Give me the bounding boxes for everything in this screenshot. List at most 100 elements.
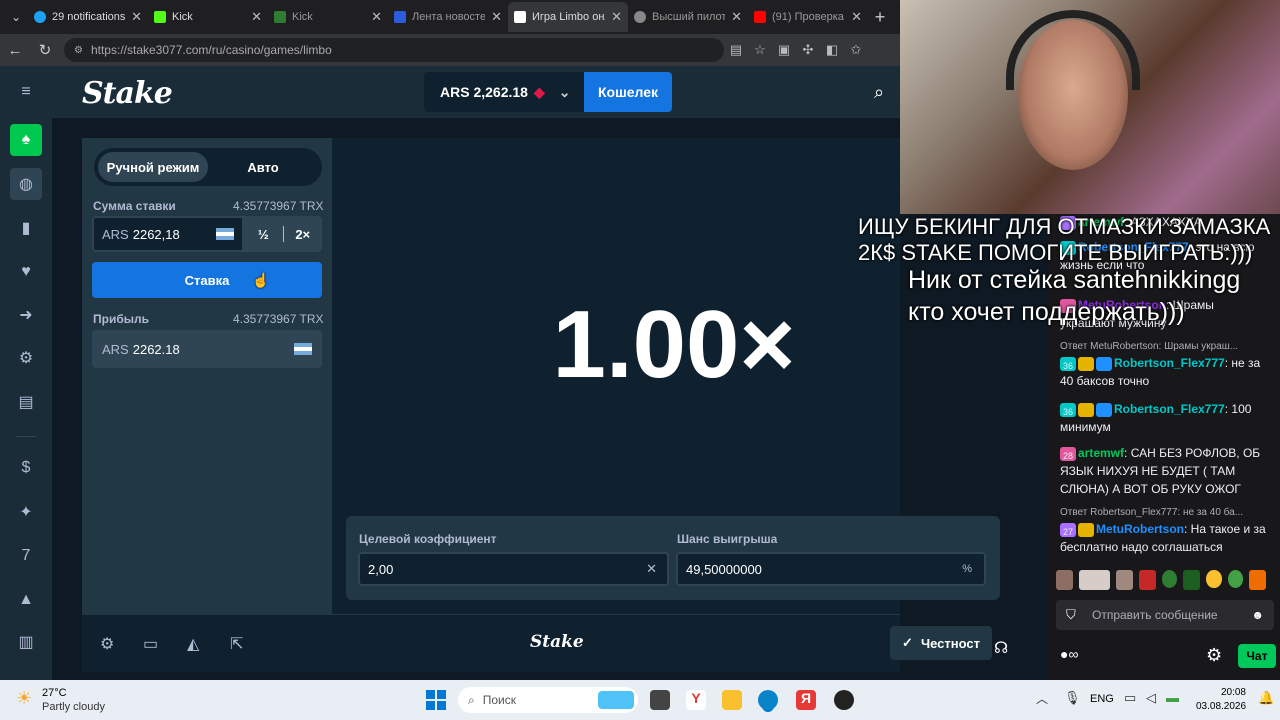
emote-icon[interactable] [1183,570,1201,590]
manual-mode-tab[interactable]: Ручной режим [98,152,208,182]
close-icon[interactable]: ✕ [131,9,142,25]
browser-tab[interactable]: Kick ✕ [268,2,388,32]
notifications-bell-icon[interactable]: 🔔 [1258,690,1274,706]
bet-amount-input[interactable]: ARS 2262,18 [92,216,244,252]
browser-tab[interactable]: Высший пилота ✕ [628,2,748,32]
flame-icon[interactable]: ▲ [10,584,42,616]
chat-username[interactable]: artemwf [1078,446,1124,460]
site-info-icon[interactable]: ⚙ [74,45,83,56]
chat-send-button[interactable]: Чат [1238,644,1276,668]
emoji-icon[interactable]: ☻ [1251,608,1264,622]
browser-tab[interactable]: 29 notifications ✕ [28,2,148,32]
sparkle-icon[interactable]: ✦ [10,496,42,528]
volume-icon[interactable]: ◁ [1146,690,1156,706]
tray-chevron-up-icon[interactable]: ︿ [1036,690,1048,707]
place-bet-button[interactable]: Ставка [92,262,322,298]
extensions-puzzle-icon[interactable]: ✣ [796,42,820,58]
document-icon[interactable]: ▤ [10,386,42,418]
support-headset-icon[interactable]: ☊ [994,638,1018,662]
windows-taskbar [0,680,1280,720]
gift-icon[interactable]: ▥ [10,626,42,658]
clock-time[interactable]: 20:08 [1220,687,1246,698]
browser-tab[interactable]: Лента новостей ✕ [388,2,508,32]
stake-originals-icon[interactable]: $ [10,452,42,484]
emote-icon[interactable] [1115,570,1133,590]
close-icon[interactable]: ✕ [851,9,862,25]
close-icon[interactable]: ✕ [731,9,742,25]
emote-icon[interactable] [1227,570,1243,588]
yandex-browser-icon[interactable]: Y [686,690,706,710]
emote-icon[interactable] [1248,570,1266,590]
heart-icon[interactable]: ♥ [10,256,42,288]
target-multiplier-value: 2,00 [368,561,394,577]
bookmark-icon[interactable]: ▮ [10,212,42,244]
target-multiplier-input[interactable]: 2,00 ✕ [358,552,669,586]
sidebar-icon[interactable]: ◧ [820,42,844,58]
yandex-icon[interactable]: Я [796,690,816,710]
slots-icon[interactable]: 7 [10,540,42,572]
fairness-button[interactable]: ✓ Честност [890,626,992,660]
theatre-mode-icon[interactable]: ▭ [143,634,158,654]
reload-icon[interactable]: ↻ [30,41,60,59]
crown-badge-icon [1078,522,1094,537]
browser-tab[interactable]: (91) Проверка ✕ [748,2,868,32]
win-chance-input[interactable]: 49,50000000 % [676,552,986,586]
sports-ball-icon[interactable]: ◍ [10,168,42,200]
bookmark-star-icon[interactable]: ☆ [748,42,772,58]
weather-sun-icon[interactable]: ☀ [16,688,32,709]
battery-icon[interactable]: ▬ [1166,690,1179,705]
arrow-right-circle-icon[interactable]: ➜ [10,299,42,331]
close-icon[interactable]: ✕ [371,9,382,25]
fairness-label: Честност [920,635,980,651]
favorites-icon[interactable]: ✩ [844,42,868,58]
double-bet-button[interactable]: 2× [284,227,323,242]
windows-start-icon[interactable] [426,690,446,710]
browser-tab[interactable]: Kick ✕ [148,2,268,32]
settings-gear-icon[interactable]: ⚙ [100,634,114,654]
menu-hamburger-icon[interactable]: ≡ [10,76,42,108]
wallet-button[interactable]: Кошелек [584,72,672,112]
reader-mode-icon[interactable]: ▤ [724,42,748,58]
close-icon[interactable]: ✕ [491,9,502,25]
stats-chart-icon[interactable]: ◭ [187,634,199,654]
chat-settings-gear-icon[interactable]: ⚙ [1206,645,1222,666]
close-icon[interactable]: ✕ [251,9,262,25]
chat-username[interactable]: MetuRobertson [1096,522,1184,536]
microphone-icon[interactable]: 🎙 [1064,690,1081,706]
channel-points-icon[interactable]: ●∞ [1060,646,1078,662]
edge-browser-icon[interactable] [758,690,778,710]
file-explorer-icon[interactable] [722,690,742,710]
balance-selector[interactable]: ARS 2,262.18 ◆ ⌄ [424,72,584,112]
emote-icon[interactable] [1161,570,1178,588]
extension-badge-icon[interactable]: ▣ [772,42,796,58]
close-icon[interactable]: ✕ [646,561,657,577]
auto-mode-tab[interactable]: Авто [208,152,318,182]
clock-date[interactable]: 03.08.2026 [1196,701,1246,712]
search-icon[interactable]: ⌕ [874,82,884,103]
emote-icon[interactable] [1138,570,1156,590]
settings-gear-icon[interactable]: ⚙ [10,342,42,374]
emote-icon[interactable] [1079,570,1110,590]
emote-icon[interactable] [1206,570,1222,588]
stake-logo[interactable]: Stake [82,76,173,111]
casino-cards-icon[interactable]: ♠ [10,124,42,156]
taskbar-search[interactable]: ⌕ Поиск [458,687,638,713]
browser-tab-active[interactable]: Игра Limbo онл ✕ [508,2,628,32]
bet-amount-crypto: 4.35773967 TRX [233,199,324,213]
close-icon[interactable]: ✕ [611,9,622,25]
back-arrow-icon[interactable]: ← [0,42,30,59]
chat-username[interactable]: Robertson_Flex777 [1114,356,1225,370]
half-bet-button[interactable]: ½ [244,227,283,242]
new-tab-plus-icon[interactable]: + [868,5,892,29]
chat-input[interactable]: Отправить сообщение ☻ [1056,600,1274,630]
task-view-icon[interactable] [650,690,670,710]
obs-icon[interactable] [834,690,854,710]
emote-icon[interactable] [1056,570,1074,590]
input-language[interactable]: ENG [1090,693,1114,705]
popout-icon[interactable]: ⇱ [230,634,243,654]
tab-list-chevron-icon[interactable]: ⌄ [4,5,28,29]
chat-username[interactable]: Robertson_Flex777 [1114,402,1225,416]
network-icon[interactable]: ▭ [1124,690,1136,706]
chat-message: 27 MetuRobertson: На такое и за бесплатно… [1060,522,1266,554]
url-field[interactable]: ⚙ https://stake3077.com/ru/casino/games/l… [64,38,724,62]
